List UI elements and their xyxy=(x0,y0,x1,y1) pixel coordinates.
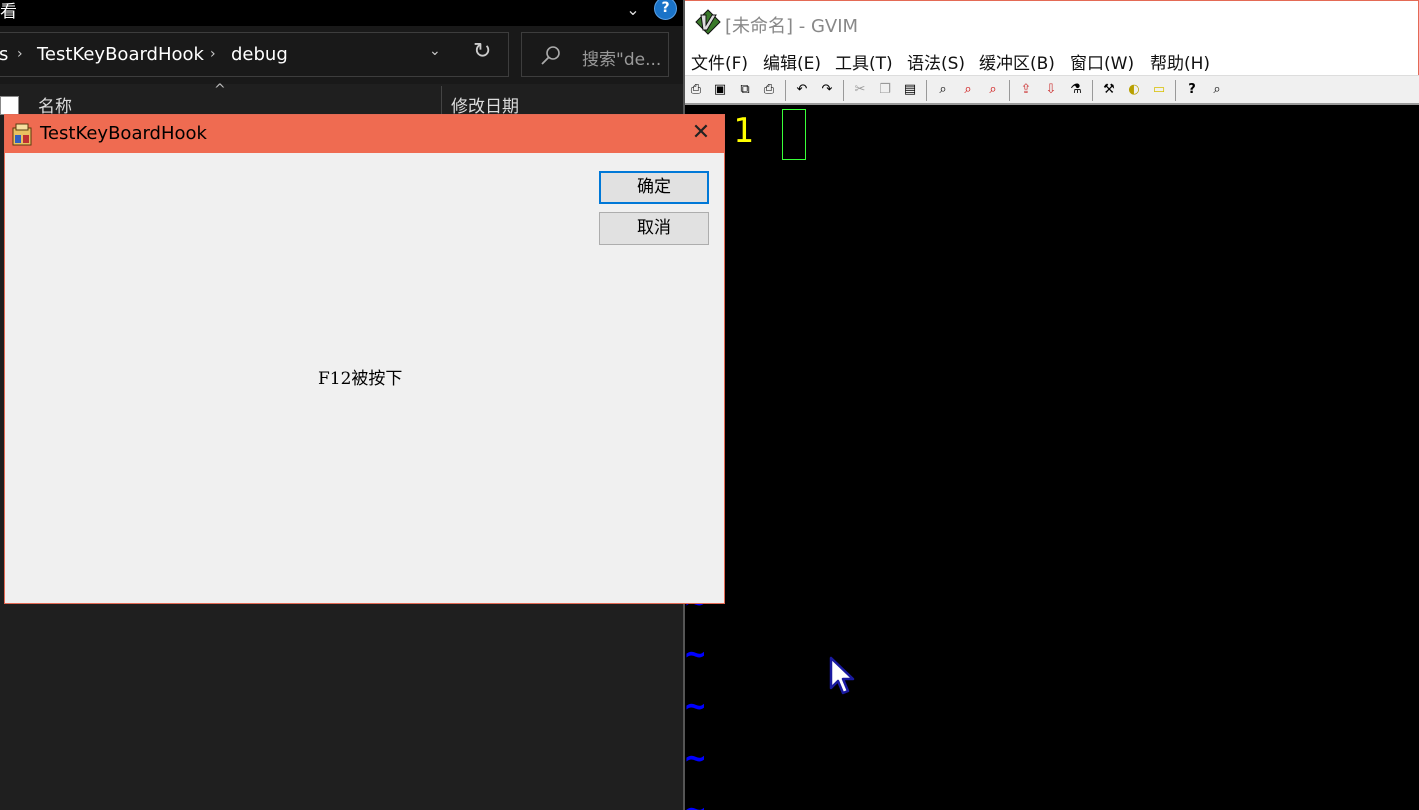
empty-line-tilde: ~ xyxy=(685,686,706,726)
column-divider[interactable] xyxy=(441,86,442,114)
search-placeholder: 搜索"de... xyxy=(582,50,662,70)
help-icon[interactable]: ? xyxy=(654,0,677,20)
menu-edit[interactable]: 编辑(E) xyxy=(763,49,821,74)
window-title: [未命名] - GVIM xyxy=(725,16,859,37)
gvim-toolbar: ⎙ ▣ ⧉ ⎙ ↶ ↷ ✂ ❐ ▤ ⌕ ⌕ ⌕ ⇪ ⇩ ⚗ ⚒ ◐ ▭ ? ⌕ xyxy=(685,75,1419,105)
address-history-dropdown-icon[interactable]: ⌄ xyxy=(429,43,441,59)
shell-icon[interactable]: ◐ xyxy=(1125,81,1143,99)
explorer-address-row: s › TestKeyBoardHook › debug ⌄ ↻ 搜索"de..… xyxy=(0,26,683,84)
gvim-editor-area[interactable]: 1 ~ ~ ~ ~ ~ xyxy=(685,107,1419,810)
dialog-title: TestKeyBoardHook xyxy=(40,123,207,144)
explorer-ribbon-bar: 看 ⌄ ? xyxy=(0,0,683,26)
open-icon[interactable]: ⎙ xyxy=(687,81,705,99)
find-icon[interactable]: ⌕ xyxy=(934,81,952,99)
ok-button[interactable]: 确定 xyxy=(599,171,709,204)
copy-icon[interactable]: ❐ xyxy=(876,81,894,99)
breadcrumb-segment[interactable]: s xyxy=(0,44,8,65)
text-cursor xyxy=(782,109,806,160)
app-icon xyxy=(12,123,32,146)
mouse-pointer-icon xyxy=(829,656,855,695)
gvim-window: [未命名] - GVIM 文件(F) 编辑(E) 工具(T) 语法(S) 缓冲区… xyxy=(683,0,1419,810)
address-bar[interactable]: s › TestKeyBoardHook › debug ⌄ ↻ xyxy=(0,32,509,77)
redo-icon[interactable]: ↷ xyxy=(818,81,836,99)
menu-tools[interactable]: 工具(T) xyxy=(835,49,893,74)
cancel-button[interactable]: 取消 xyxy=(599,212,709,245)
empty-line-tilde: ~ xyxy=(685,790,706,810)
vim-logo-icon xyxy=(695,9,721,35)
search-icon xyxy=(541,46,560,65)
testkeyboardhook-dialog: TestKeyBoardHook ✕ 确定 取消 F12被按下 xyxy=(4,114,725,604)
gvim-title-bar[interactable]: [未命名] - GVIM xyxy=(685,0,1419,44)
toolbar-separator xyxy=(926,80,927,101)
toolbar-separator xyxy=(1092,80,1093,101)
find-prev-icon[interactable]: ⌕ xyxy=(984,81,1002,99)
save-icon[interactable]: ▣ xyxy=(711,81,729,99)
ribbon-tab-fragment[interactable]: 看 xyxy=(0,0,17,22)
load-session-icon[interactable]: ⇪ xyxy=(1017,81,1035,99)
select-all-checkbox[interactable] xyxy=(0,96,19,115)
save-all-icon[interactable]: ⧉ xyxy=(736,81,754,99)
close-icon[interactable]: ✕ xyxy=(688,120,714,146)
toolbar-separator xyxy=(843,80,844,101)
menu-buffers[interactable]: 缓冲区(B) xyxy=(979,49,1055,74)
toolbar-separator xyxy=(785,80,786,101)
breadcrumb-chevron-icon[interactable]: › xyxy=(17,46,23,62)
tag-jump-icon[interactable]: ▭ xyxy=(1150,81,1168,99)
print-icon[interactable]: ⎙ xyxy=(760,81,778,99)
sort-ascending-icon: ^ xyxy=(214,82,226,98)
save-session-icon[interactable]: ⇩ xyxy=(1042,81,1060,99)
menu-window[interactable]: 窗口(W) xyxy=(1070,49,1134,74)
menu-help[interactable]: 帮助(H) xyxy=(1150,49,1210,74)
help-icon[interactable]: ? xyxy=(1183,81,1201,99)
file-list-header: 名称 ^ 修改日期 xyxy=(0,82,683,117)
toolbar-separator xyxy=(1175,80,1176,101)
make-icon[interactable]: ⚒ xyxy=(1100,81,1118,99)
breadcrumb-segment[interactable]: debug xyxy=(231,44,288,65)
find-help-icon[interactable]: ⌕ xyxy=(1208,81,1226,99)
refresh-icon[interactable]: ↻ xyxy=(473,39,491,64)
search-box[interactable]: 搜索"de... xyxy=(521,32,669,77)
paste-icon[interactable]: ▤ xyxy=(901,81,919,99)
find-next-icon[interactable]: ⌕ xyxy=(959,81,977,99)
breadcrumb-segment[interactable]: TestKeyBoardHook xyxy=(37,44,204,65)
run-script-icon[interactable]: ⚗ xyxy=(1067,81,1085,99)
line-number: 1 xyxy=(733,111,754,151)
breadcrumb-chevron-icon[interactable]: › xyxy=(210,46,216,62)
expand-ribbon-chevron-icon[interactable]: ⌄ xyxy=(622,0,644,20)
empty-line-tilde: ~ xyxy=(685,738,706,778)
status-message: F12被按下 xyxy=(318,369,403,389)
empty-line-tilde: ~ xyxy=(685,634,706,674)
gvim-menu-bar: 文件(F) 编辑(E) 工具(T) 语法(S) 缓冲区(B) 窗口(W) 帮助(… xyxy=(685,44,1419,75)
toolbar-separator xyxy=(1009,80,1010,101)
dialog-title-bar[interactable]: TestKeyBoardHook ✕ xyxy=(5,115,724,153)
menu-syntax[interactable]: 语法(S) xyxy=(907,49,965,74)
cut-icon[interactable]: ✂ xyxy=(851,81,869,99)
menu-file[interactable]: 文件(F) xyxy=(691,49,748,74)
undo-icon[interactable]: ↶ xyxy=(793,81,811,99)
